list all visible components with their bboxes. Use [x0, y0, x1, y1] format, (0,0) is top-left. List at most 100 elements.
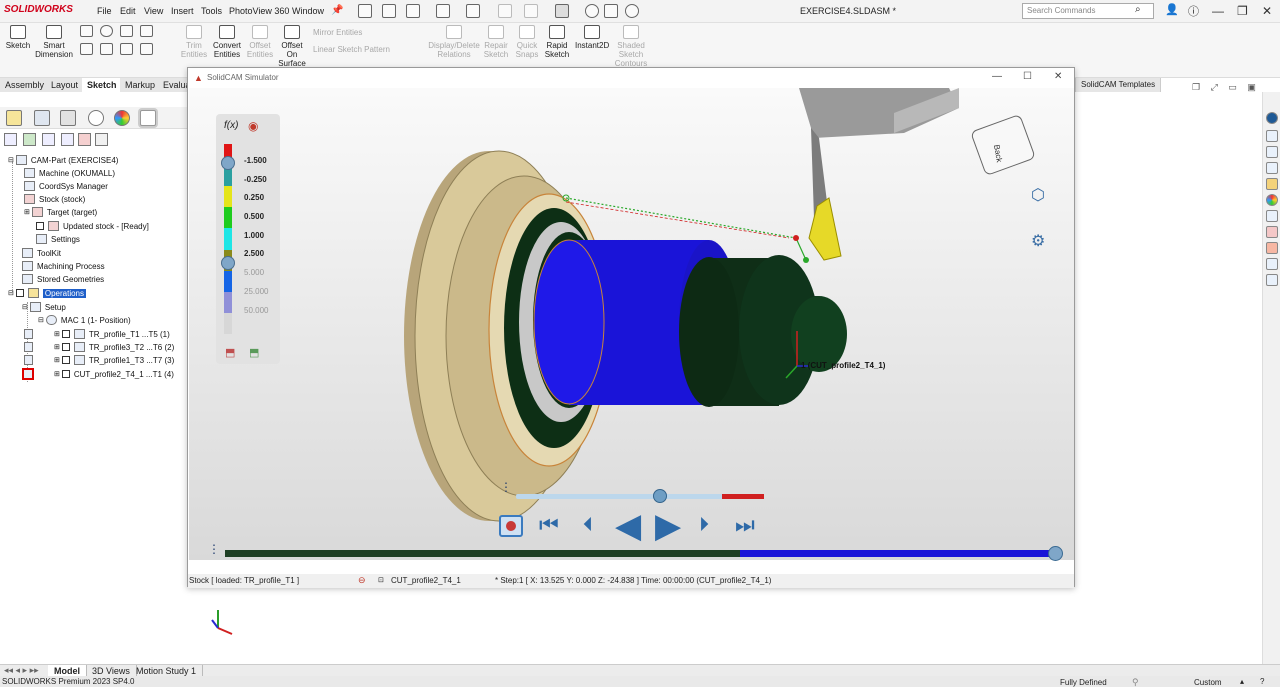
status-info-icon[interactable]: ?: [1260, 677, 1264, 686]
tree-item-target[interactable]: ⊞ Target (target): [24, 207, 97, 217]
speed-slider[interactable]: [516, 489, 764, 503]
menu-photoview[interactable]: PhotoView 360: [229, 6, 289, 16]
tree-item-stored-geometries[interactable]: Stored Geometries: [22, 274, 104, 284]
checkbox[interactable]: [15, 289, 24, 297]
search-icon[interactable]: ⌕: [1135, 4, 1141, 15]
minimize-icon[interactable]: —: [1212, 4, 1224, 18]
quick-snaps-button[interactable]: Quick Snaps: [514, 25, 540, 59]
pin-icon[interactable]: 📌: [331, 5, 343, 16]
redo-icon[interactable]: [524, 4, 538, 18]
menu-edit[interactable]: Edit: [120, 6, 136, 16]
property-manager-icon[interactable]: [34, 110, 50, 126]
solidcam-icon[interactable]: [1266, 226, 1278, 238]
tab-layout[interactable]: Layout: [46, 78, 85, 92]
view-palette-icon[interactable]: [1266, 162, 1278, 174]
tree-item-op-3[interactable]: ⊞ TR_profile1_T3 ...T7 (3): [24, 355, 174, 365]
tab-nav-arrows[interactable]: ◂◂ ◂ ▸ ▸▸: [4, 665, 39, 676]
view-cube[interactable]: [971, 114, 1036, 175]
tree-item-op-1[interactable]: ⊞ TR_profile_T1 ...T5 (1): [24, 329, 170, 339]
standard-views-icon[interactable]: ⬡: [1031, 185, 1045, 205]
point-icon[interactable]: [140, 43, 153, 55]
layout-icon[interactable]: ▣: [1247, 82, 1256, 92]
tree-item-mac[interactable]: ⊟ MAC 1 (1- Position): [38, 315, 131, 325]
sketch-button[interactable]: Sketch: [4, 25, 32, 50]
convert-entities-button[interactable]: Convert Entities: [210, 25, 244, 59]
circle-icon[interactable]: [100, 25, 113, 37]
tree-item-toolkit[interactable]: ToolKit: [22, 248, 61, 258]
step-forward-button[interactable]: ⏵: [699, 514, 709, 537]
smart-dimension-button[interactable]: Smart Dimension: [34, 25, 74, 59]
line-icon[interactable]: [80, 25, 93, 37]
checkbox[interactable]: [61, 370, 70, 378]
rewind-start-button[interactable]: ⏮: [539, 512, 559, 538]
offset-entities-button[interactable]: Offset Entities: [244, 25, 276, 59]
tree-item-coordsys[interactable]: CoordSys Manager: [24, 181, 108, 191]
upper-scale-handle[interactable]: [221, 156, 235, 170]
trim-entities-button[interactable]: Trim Entities: [178, 25, 210, 59]
menu-view[interactable]: View: [144, 6, 163, 16]
play-button[interactable]: ▶: [655, 506, 681, 546]
menu-window[interactable]: Window: [292, 6, 324, 16]
tree-root[interactable]: ⊟ CAM-Part (EXERCISE4): [8, 155, 118, 165]
sim-maximize-icon[interactable]: ☐: [1023, 71, 1032, 82]
rectangle-icon[interactable]: [80, 43, 93, 55]
tools-icon[interactable]: [95, 133, 108, 146]
open-part-icon[interactable]: [23, 133, 36, 146]
scenes-icon[interactable]: [1266, 194, 1278, 206]
display-delete-relations-button[interactable]: Display/Delete Relations: [428, 25, 480, 59]
expand-icon[interactable]: ⤢: [1211, 82, 1218, 92]
pane-icon[interactable]: ▭: [1228, 82, 1237, 92]
simulator-settings-gear-icon[interactable]: ⚙: [1031, 231, 1045, 251]
tree-item-op-4[interactable]: ⊞ CUT_profile2_T4_1 ...T1 (4): [22, 368, 174, 380]
tree-item-op-2[interactable]: ⊞ TR_profile3_T2 ...T6 (2): [24, 342, 174, 352]
save-icon[interactable]: [436, 4, 450, 18]
instant2d-button[interactable]: Instant2D: [575, 25, 609, 50]
file-explorer-icon[interactable]: [1266, 146, 1278, 158]
checkbox[interactable]: [61, 356, 70, 364]
tab-sketch[interactable]: Sketch: [82, 78, 123, 92]
tree-item-machining-process[interactable]: Machining Process: [22, 261, 105, 271]
sim-minimize-icon[interactable]: —: [992, 71, 1002, 82]
speed-slider-knob[interactable]: [652, 489, 667, 503]
tree-item-operations[interactable]: ⊟ Operations: [8, 288, 87, 298]
open-icon[interactable]: [406, 4, 420, 18]
simulation-progress-bar[interactable]: [225, 546, 1063, 561]
polygon-icon[interactable]: [120, 43, 133, 55]
lower-scale-handle[interactable]: [221, 256, 235, 270]
toolkit-pane-icon[interactable]: [1266, 242, 1278, 254]
tile-icon[interactable]: ❐: [1192, 82, 1200, 92]
traffic-light-icon[interactable]: [585, 4, 599, 18]
display-manager-icon[interactable]: [114, 110, 130, 126]
speed-menu-icon[interactable]: ⋮: [500, 481, 512, 493]
checkbox[interactable]: [61, 330, 70, 338]
arc-icon[interactable]: [100, 43, 113, 55]
select-icon[interactable]: [555, 4, 569, 18]
rebuild-icon[interactable]: ⚲: [1132, 677, 1139, 688]
tree-item-settings[interactable]: Settings: [36, 234, 80, 244]
home-icon[interactable]: [358, 4, 372, 18]
checkbox[interactable]: [36, 222, 44, 230]
tab-solidcam-templates[interactable]: SolidCAM Templates: [1075, 78, 1162, 92]
menu-tools[interactable]: Tools: [201, 6, 222, 16]
tree-item-machine[interactable]: Machine (OKUMALL): [24, 168, 115, 178]
design-library-icon[interactable]: [1266, 130, 1278, 142]
pane-icon-9[interactable]: [1266, 258, 1278, 270]
close-cam-icon[interactable]: [78, 133, 91, 146]
dimxpert-icon[interactable]: [88, 110, 104, 126]
pane-icon-10[interactable]: [1266, 274, 1278, 286]
tab-markup[interactable]: Markup: [120, 78, 162, 92]
menu-file[interactable]: File: [97, 6, 112, 16]
shaded-sketch-contours-button[interactable]: Shaded Sketch Contours: [612, 25, 650, 68]
tree-item-updated-stock[interactable]: Updated stock - [Ready]: [36, 221, 149, 231]
linear-pattern-button[interactable]: Linear Sketch Pattern: [313, 45, 390, 54]
mirror-entities-button[interactable]: Mirror Entities: [313, 28, 362, 37]
simulation-viewport[interactable]: 1 (CUT_profile2_T4_1) Back ⬡ ⚙ f(x) ◉ -1…: [189, 88, 1074, 561]
units-dropdown-icon[interactable]: ▴: [1240, 677, 1244, 686]
save-cam-icon[interactable]: [61, 133, 74, 146]
restore-icon[interactable]: ❐: [1237, 4, 1248, 18]
solidcam-manager-icon[interactable]: [140, 110, 156, 126]
sim-close-icon[interactable]: ✕: [1054, 71, 1062, 82]
rapid-sketch-button[interactable]: Rapid Sketch: [543, 25, 571, 59]
help-icon[interactable]: ⓘ: [1188, 3, 1199, 19]
text-icon[interactable]: [140, 25, 153, 37]
